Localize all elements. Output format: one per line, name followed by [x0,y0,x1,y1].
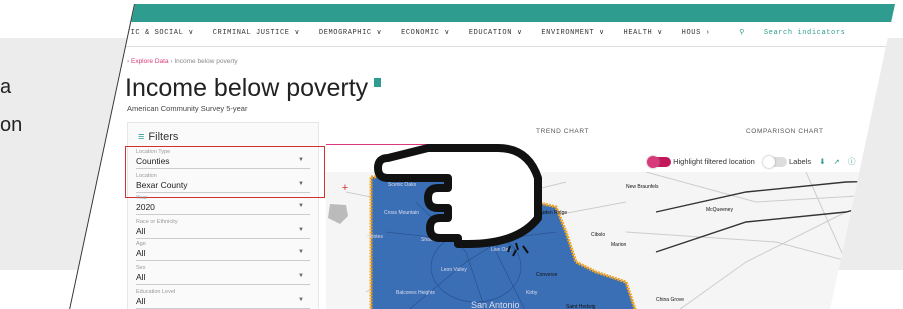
filter-group[interactable]: Race or Ethnicity All ▼ [128,219,318,239]
search-input[interactable]: ⚲ Search indicators [739,28,859,37]
breadcrumb-explore-link[interactable]: Explore Data [131,58,169,65]
labels-label: Labels [789,157,812,166]
nav-item-education[interactable]: EDUCATION ∨ [469,28,523,37]
left-text-fragment: a on [0,68,22,144]
nav-item-environment[interactable]: ENVIRONMENT ∨ [541,28,604,37]
map-place-label: Marion [611,242,627,248]
map-place-label: Cibolo [591,232,606,238]
labels-toggle[interactable] [762,156,787,169]
filter-label: Race or Ethnicity [136,219,178,225]
filter-value: Bexar County [136,180,188,190]
filter-label: Age [136,241,146,247]
filters-panel: ≡ Filters Location Type Counties ▼ Location B… [125,122,325,309]
breadcrumb-sep-2: › [170,58,173,65]
page-subtitle: American Community Survey 5-year [127,104,248,113]
page-title-text: Income below poverty [125,74,369,102]
nav-item-demographic[interactable]: DEMOGRAPHIC ∨ [319,28,382,37]
map-place-label: McQueeney [706,207,733,213]
filter-label: Location Type [136,149,171,155]
nav-item-economic[interactable]: ECONOMIC ∨ [401,28,450,37]
filter-underline [136,238,310,239]
filter-group[interactable]: Sex All ▼ [128,265,318,285]
chevron-down-icon: ▼ [298,227,304,233]
filters-heading-text: Filters [148,131,179,143]
main-nav: IVIC & SOCIAL ∨ CRIMINAL JUSTICE ∨ DEMOG… [121,28,895,42]
filter-group[interactable]: Year 2020 ▼ [128,195,318,215]
nav-item-health[interactable]: HEALTH ∨ [624,28,663,37]
map-place-label: Leon Valley [441,267,467,273]
chevron-down-icon: ▼ [298,273,304,279]
filter-label: Sex [136,265,146,271]
download-icon[interactable]: ⬇ [819,157,825,166]
filters-heading[interactable]: ≡ Filters [138,131,178,143]
left-fragment-line-2: on [0,114,23,136]
filter-underline [136,260,310,261]
bookmark-icon[interactable] [374,78,382,87]
page-title: Income below poverty [125,74,382,103]
breadcrumb: › Explore Data › Income below poverty [127,58,238,65]
screenshot-card: IVIC & SOCIAL ∨ CRIMINAL JUSTICE ∨ DEMOG… [69,4,896,309]
map-place-label: New Braunfels [626,184,659,190]
search-icon: ⚲ [739,29,746,37]
map-place-label: Balcones Heights [396,290,435,296]
highlight-label: Highlight filtered location [673,157,755,166]
breadcrumb-sep: › [127,58,130,65]
nav-divider [121,46,896,47]
filter-group[interactable]: Location Type Counties ▼ [128,149,318,169]
map-place-label: Kirby [526,290,538,296]
breadcrumb-current: Income below poverty [174,58,238,65]
nav-item-criminal-justice[interactable]: CRIMINAL JUSTICE ∨ [213,28,300,37]
map-place-label: Converse [536,272,558,278]
info-icon[interactable]: ⓘ [848,157,856,166]
chevron-down-icon: ▼ [298,203,304,209]
highlight-toggle[interactable] [647,156,671,169]
filter-icon: ≡ [138,131,145,143]
filter-group[interactable]: Age All ▼ [128,241,318,261]
map-place-label: China Grove [656,297,685,303]
filter-value: Counties [136,156,170,166]
chevron-down-icon: ▼ [298,157,304,163]
tab-comparison-chart[interactable]: COMPARISON CHART [746,128,824,135]
filter-value: 2020 [136,202,155,212]
filter-label: Education Level [136,289,176,295]
chevron-down-icon: ▼ [298,297,304,303]
filter-value: All [136,226,146,236]
filter-underline [136,168,310,169]
filter-group[interactable]: Education Level All ▼ [128,289,318,309]
filter-underline [136,192,310,193]
left-fragment-line-1: a [0,76,12,98]
zoom-in-button[interactable]: + [338,182,352,196]
filter-label: Location [136,173,157,179]
chevron-down-icon: ▼ [298,181,304,187]
nav-item-housing[interactable]: HOUS › [682,29,711,37]
filter-underline [136,214,310,215]
chevron-down-icon: ▼ [298,249,304,255]
hand-pointer-icon [368,118,548,263]
filter-value: All [136,248,146,258]
filter-value: All [136,272,146,282]
filter-label: Year [136,195,148,201]
filter-underline [136,284,310,285]
nav-item-civic-social[interactable]: IVIC & SOCIAL ∨ [121,28,194,37]
share-icon[interactable]: ➚ [834,157,840,166]
search-label: Search indicators [763,29,846,37]
top-bar [121,4,896,22]
map-controls: Highlight filtered location Labels ⬇ ➚ ⓘ [647,156,895,170]
filter-group[interactable]: Location Bexar County ▼ [128,173,318,193]
